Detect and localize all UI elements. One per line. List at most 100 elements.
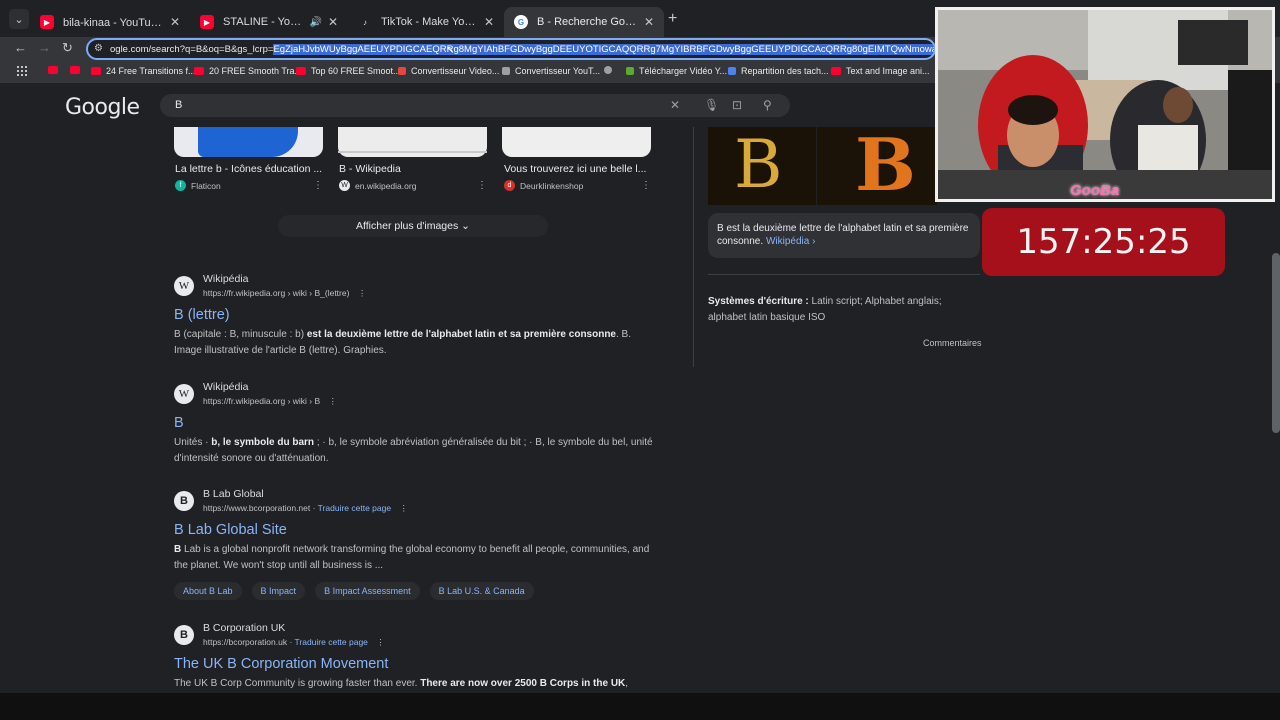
thumb-line <box>338 151 487 153</box>
result-title-link[interactable]: B Lab Global Site <box>174 522 654 538</box>
result-source[interactable]: B B Corporation UK https://bcorporation.… <box>174 622 654 648</box>
sitelink-chip[interactable]: B Impact <box>251 582 306 600</box>
feedback-link[interactable]: Commentaires <box>923 338 982 348</box>
wikipedia-link[interactable]: Wikipédia › <box>766 236 815 247</box>
sitelink-chip[interactable]: About B Lab <box>174 582 242 600</box>
image-caption[interactable]: La lettre b - Icônes éducation ... <box>175 163 325 175</box>
snippet-bold: est la deuxième lettre de l'alphabet lat… <box>306 329 616 340</box>
result-title-link[interactable]: The UK B Corporation Movement <box>174 656 654 672</box>
more-options-icon[interactable]: ⋮ <box>641 180 651 191</box>
result-source[interactable]: W Wikipédia https://fr.wikipedia.org › w… <box>174 273 654 299</box>
result-url-text: https://www.bcorporation.net <box>203 503 311 513</box>
bookmark-item[interactable]: Convertisseur Video... <box>398 66 499 76</box>
column-divider <box>693 127 694 367</box>
bookmark-item[interactable]: Repartition des tach... <box>728 66 829 76</box>
more-images-label: Afficher plus d'images <box>356 220 459 232</box>
bottom-bar <box>0 693 1280 720</box>
knowledge-image[interactable]: B <box>817 123 937 205</box>
gold-letter-b: B <box>734 126 783 203</box>
translate-link[interactable]: Traduire cette page <box>318 503 391 513</box>
google-logo[interactable]: Google <box>65 95 140 120</box>
reload-button[interactable]: ↻ <box>62 40 73 56</box>
more-images-button[interactable]: Afficher plus d'images ⌄ <box>278 215 548 237</box>
result-source[interactable]: W Wikipédia https://fr.wikipedia.org › w… <box>174 381 654 407</box>
camera-lens-icon[interactable]: ⊡ <box>732 98 742 112</box>
new-tab-button[interactable]: + <box>668 10 677 28</box>
result-source[interactable]: B B Lab Global https://www.bcorporation.… <box>174 488 654 514</box>
flaticon-icon: f <box>175 180 186 191</box>
image-source[interactable]: Wen.wikipedia.org <box>339 180 416 191</box>
tab-search-button[interactable]: ⌄ <box>9 9 29 29</box>
reload-icon: ↻ <box>62 40 73 55</box>
more-options-icon[interactable]: ⋮ <box>399 503 408 513</box>
youtube-icon <box>194 67 204 75</box>
back-button[interactable]: ← <box>14 40 27 55</box>
result-title-link[interactable]: B <box>174 415 654 431</box>
sitelink-chip[interactable]: B Impact Assessment <box>315 582 420 600</box>
wikipedia-icon: W <box>174 384 194 404</box>
bookmark-item[interactable]: Convertisseur YouT... <box>502 66 600 76</box>
close-icon[interactable]: ✕ <box>484 15 494 29</box>
clear-icon[interactable]: ✕ <box>670 98 680 112</box>
more-options-icon[interactable]: ⋮ <box>358 288 367 298</box>
address-bar[interactable]: ⚙ ogle.com/search?q=B&oq=B&gs_lcrp= EgZja… <box>86 38 936 60</box>
bookmark-item[interactable]: 20 FREE Smooth Tra... <box>194 66 302 76</box>
knowledge-image[interactable]: B <box>708 123 816 205</box>
bookmark-item[interactable]: Télécharger Vidéo Y... <box>626 66 727 76</box>
bookmark-item[interactable] <box>70 66 85 74</box>
tab-title: TikTok - Make Your Day <box>381 16 478 28</box>
shop-icon: d <box>504 180 515 191</box>
microphone-icon[interactable]: 🎙 <box>704 98 719 112</box>
result-url-text: https://fr.wikipedia.org › wiki › B_(let… <box>203 288 350 298</box>
more-options-icon[interactable]: ⋮ <box>477 180 487 191</box>
bookmark-item[interactable]: Top 60 FREE Smoot... <box>296 66 401 76</box>
tab-google-search[interactable]: G B - Recherche Google ✕ <box>504 7 664 37</box>
image-thumb[interactable] <box>502 123 651 157</box>
apps-grid-icon[interactable] <box>17 66 27 76</box>
speaker-icon[interactable]: 🔊 <box>309 17 321 28</box>
search-result: W Wikipédia https://fr.wikipedia.org › w… <box>174 381 654 467</box>
bookmark-item[interactable] <box>604 66 617 74</box>
close-icon[interactable]: ✕ <box>170 15 180 29</box>
more-options-icon[interactable]: ⋮ <box>313 180 323 191</box>
search-box[interactable]: B ✕ 🎙 ⊡ ⚲ <box>160 94 790 117</box>
result-url: https://bcorporation.uk · Traduire cette… <box>203 637 385 647</box>
streamer-logo: GooBa <box>1070 182 1120 199</box>
image-thumb[interactable] <box>338 123 487 157</box>
forward-button[interactable]: → <box>38 40 51 55</box>
bookmark-label: Top 60 FREE Smoot... <box>311 66 401 76</box>
result-site-name: B Lab Global <box>203 488 264 500</box>
bookmark-item[interactable] <box>48 66 63 74</box>
translate-link[interactable]: Traduire cette page <box>295 637 368 647</box>
bookmark-label: 24 Free Transitions f... <box>106 66 196 76</box>
close-icon[interactable]: ✕ <box>644 15 654 29</box>
sitelink-chip[interactable]: B Lab U.S. & Canada <box>429 582 534 600</box>
bookmark-item[interactable]: Text and Image ani... <box>831 66 930 76</box>
snippet-bold: There are now over 2500 B Corps in the U… <box>420 678 626 689</box>
image-caption[interactable]: B - Wikipedia <box>339 163 489 175</box>
url-text: ogle.com/search?q=B&oq=B&gs_lcrp= <box>110 43 274 55</box>
image-caption[interactable]: Vous trouverez ici une belle l... <box>504 163 654 175</box>
result-snippet: B Lab is a global nonprofit network tran… <box>174 542 654 574</box>
bookmark-label: Repartition des tach... <box>741 66 829 76</box>
bookmark-item[interactable]: 24 Free Transitions f... <box>91 66 196 76</box>
tab-youtube-bila-kinaa[interactable]: ▶ bila-kinaa - YouTube بلا قناع ✕ <box>30 7 190 37</box>
image-source[interactable]: d Deurklinkenshop <box>504 180 583 191</box>
more-options-icon[interactable]: ⋮ <box>329 396 338 406</box>
converter-icon <box>398 67 406 75</box>
more-options-icon[interactable]: ⋮ <box>376 637 385 647</box>
result-title-link[interactable]: B (lettre) <box>174 307 654 323</box>
site-info-icon[interactable]: ⚙ <box>94 43 103 54</box>
globe-icon <box>604 66 612 74</box>
tab-tiktok[interactable]: ♪ TikTok - Make Your Day ✕ <box>348 7 504 37</box>
scrollbar[interactable] <box>1272 253 1280 433</box>
stream-timer: 157:25:25 <box>982 208 1225 276</box>
image-source[interactable]: f Flaticon <box>175 180 221 191</box>
download-icon <box>626 67 634 75</box>
close-icon[interactable]: ✕ <box>328 15 338 29</box>
result-site-name: Wikipédia <box>203 273 249 285</box>
tab-youtube-staline[interactable]: ▶ STALINE - YouTube 🔊 ✕ <box>190 7 348 37</box>
tab-title: STALINE - YouTube <box>223 16 303 28</box>
search-icon[interactable]: ⚲ <box>763 98 772 112</box>
image-thumb[interactable] <box>174 123 323 157</box>
